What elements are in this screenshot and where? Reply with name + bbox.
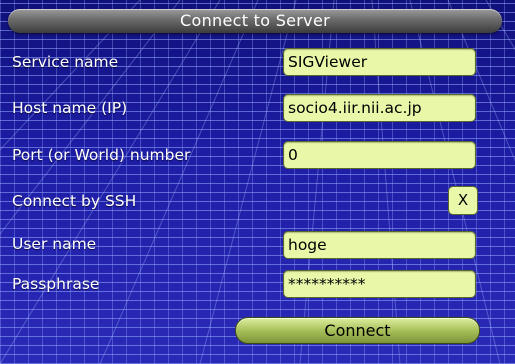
host-name-input[interactable]: socio4.iir.nii.ac.jp: [283, 94, 476, 122]
user-name-input[interactable]: hoge: [283, 231, 476, 259]
title-bar: Connect to Server: [8, 9, 502, 33]
ssh-checkbox[interactable]: X: [448, 186, 478, 215]
dialog-title: Connect to Server: [180, 11, 330, 30]
service-name-input[interactable]: SIGViewer: [283, 48, 476, 76]
connect-button[interactable]: Connect: [235, 317, 480, 344]
user-name-label: User name: [12, 235, 97, 253]
passphrase-label: Passphrase: [12, 275, 100, 293]
port-input[interactable]: 0: [283, 141, 476, 169]
connect-dialog: Connect to Server Service name SIGViewer…: [0, 0, 515, 364]
host-name-label: Host name (IP): [12, 99, 128, 117]
port-label: Port (or World) number: [12, 146, 191, 164]
ssh-label: Connect by SSH: [12, 192, 137, 210]
service-name-label: Service name: [12, 53, 119, 71]
passphrase-input[interactable]: **********: [283, 270, 476, 298]
